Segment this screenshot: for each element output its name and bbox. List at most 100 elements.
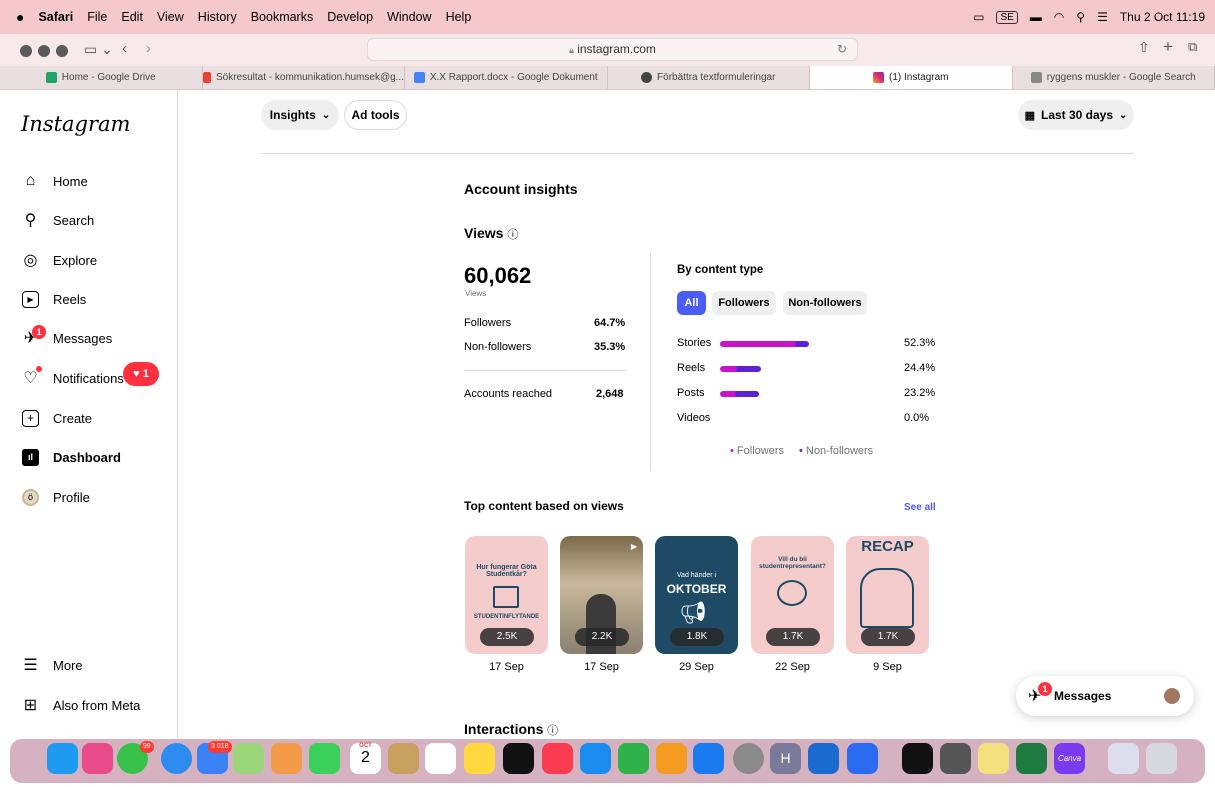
menu-file[interactable]: File xyxy=(87,10,107,24)
nav-create[interactable]: + Create xyxy=(22,408,92,428)
notifications-count: 1 xyxy=(142,368,149,380)
reload-icon[interactable]: ↻ xyxy=(837,39,847,60)
menu-develop[interactable]: Develop xyxy=(327,10,373,24)
address-bar[interactable]: 🔒︎ instagram.com ↻ xyxy=(367,38,858,61)
nav-profile[interactable]: ö Profile xyxy=(22,487,90,507)
insights-dropdown[interactable]: Insights ⌄ xyxy=(261,100,339,130)
content-type-bar xyxy=(720,341,809,347)
hey-app-icon[interactable]: H xyxy=(770,743,801,774)
zoom-window-icon[interactable] xyxy=(56,45,68,57)
terminal-icon[interactable] xyxy=(902,743,933,774)
new-tab-icon[interactable]: + xyxy=(1163,37,1173,57)
view-count: 2.2K xyxy=(575,628,629,646)
notes-icon[interactable] xyxy=(464,743,495,774)
display-icon[interactable]: ▭ xyxy=(973,10,984,24)
megaphone-icon: 📢︎ xyxy=(679,600,707,625)
nav-reels[interactable]: ▶ Reels xyxy=(22,289,86,309)
apple-tv-icon[interactable] xyxy=(503,743,534,774)
filter-chip-all[interactable]: All xyxy=(677,291,706,315)
ad-tools-button[interactable]: Ad tools xyxy=(344,100,407,130)
top-content-post[interactable]: Hur fungerar Göta Studentkår? STUDENTINF… xyxy=(465,536,548,654)
finder-icon[interactable] xyxy=(47,743,78,774)
info-icon[interactable]: ⓘ xyxy=(547,725,558,737)
legend-followers: • Followers xyxy=(730,445,784,457)
safari-icon[interactable] xyxy=(161,743,192,774)
control-center-icon[interactable]: ☰ xyxy=(1097,10,1108,24)
heart-filled-icon: ♥ xyxy=(133,368,140,380)
filter-chip-followers[interactable]: Followers xyxy=(712,291,776,315)
facetime-icon[interactable] xyxy=(309,743,340,774)
dock-badge: 99 xyxy=(140,741,154,753)
stickies-icon[interactable] xyxy=(978,743,1009,774)
screenshot-folder-icon[interactable] xyxy=(1108,743,1139,774)
apple-icon[interactable]: ● xyxy=(16,9,24,25)
chatgpt-icon xyxy=(641,72,653,83)
maps-icon[interactable] xyxy=(233,743,264,774)
menu-app-name[interactable]: Safari xyxy=(38,10,73,24)
input-language[interactable]: SE xyxy=(996,10,1018,24)
photos-icon[interactable] xyxy=(271,743,302,774)
nav-also-from-meta[interactable]: ⊞ Also from Meta xyxy=(22,695,141,715)
nav-dashboard[interactable]: ıl Dashboard xyxy=(22,447,121,467)
music-icon[interactable] xyxy=(542,743,573,774)
instagram-logo[interactable]: Instagram xyxy=(21,112,130,136)
nav-search[interactable]: ⚲ Search xyxy=(22,210,95,230)
forward-icon[interactable]: › xyxy=(146,40,151,57)
top-content-post[interactable]: Vill du bli studentrepresentant? 1.7K xyxy=(751,536,834,654)
tab-chatgpt[interactable]: Förbättra textformuleringar xyxy=(608,66,810,89)
top-content-post[interactable]: Vad händer i OKTOBER 📢︎ 1.8K xyxy=(655,536,738,654)
nav-explore[interactable]: ◎ Explore xyxy=(22,250,98,270)
close-window-icon[interactable] xyxy=(20,45,32,57)
menu-bookmarks[interactable]: Bookmarks xyxy=(251,10,314,24)
top-content-post[interactable]: RECAP 1.7K xyxy=(846,536,929,654)
calendar-icon[interactable]: OCT 2 xyxy=(350,743,381,774)
divider xyxy=(464,370,626,371)
minimize-window-icon[interactable] xyxy=(38,45,50,57)
nav-home[interactable]: ⌂ Home xyxy=(22,171,88,191)
battery-icon[interactable]: ▬ xyxy=(1030,10,1042,24)
menu-edit[interactable]: Edit xyxy=(121,10,143,24)
top-content-post[interactable]: ▶ 2.2K xyxy=(560,536,643,654)
bitwarden-icon[interactable] xyxy=(847,743,878,774)
checkerboard-app-icon[interactable] xyxy=(940,743,971,774)
back-icon[interactable]: ‹ xyxy=(122,40,127,57)
trash-icon[interactable] xyxy=(1146,743,1177,774)
share-icon[interactable]: ⇧ xyxy=(1138,39,1150,56)
pages-icon[interactable] xyxy=(656,743,687,774)
menu-window[interactable]: Window xyxy=(387,10,431,24)
messages-floating-button[interactable]: ✈ 1 Messages xyxy=(1016,676,1194,716)
see-all-link[interactable]: See all xyxy=(904,502,936,513)
app-store-icon[interactable] xyxy=(693,743,724,774)
launchpad-icon[interactable] xyxy=(82,743,113,774)
keynote-icon[interactable] xyxy=(580,743,611,774)
notifications-popup-badge[interactable]: ♥ 1 xyxy=(123,362,159,386)
tab-overview-icon[interactable]: ⧉ xyxy=(1188,39,1197,55)
tab-gmail[interactable]: Sökresultat - kommunikation.humsek@g... xyxy=(202,66,405,89)
date-range-dropdown[interactable]: ▦ Last 30 days ⌄ xyxy=(1018,100,1134,130)
canva-icon[interactable]: Canva xyxy=(1054,743,1085,774)
contacts-icon[interactable] xyxy=(388,743,419,774)
tab-google-drive[interactable]: Home - Google Drive xyxy=(0,66,203,89)
wifi-icon[interactable]: ◠ xyxy=(1054,10,1064,24)
nav-more[interactable]: ☰ More xyxy=(22,655,82,675)
spotlight-icon[interactable]: ⚲ xyxy=(1076,10,1085,24)
numbers-icon[interactable] xyxy=(618,743,649,774)
menu-history[interactable]: History xyxy=(198,10,237,24)
info-icon[interactable]: ⓘ xyxy=(507,229,518,241)
filter-chip-nonfollowers[interactable]: Non-followers xyxy=(783,291,867,315)
legend-label: Non-followers xyxy=(805,445,874,457)
tab-google-search[interactable]: ryggens muskler - Google Search xyxy=(1013,66,1215,89)
messages-label: Messages xyxy=(1054,689,1112,703)
system-settings-icon[interactable] xyxy=(733,743,764,774)
menu-view[interactable]: View xyxy=(157,10,184,24)
sidebar-toggle-icon[interactable]: ▭ ⌄ xyxy=(84,41,113,58)
excel-icon[interactable] xyxy=(1016,743,1047,774)
outlook-icon[interactable] xyxy=(808,743,839,774)
tab-google-docs[interactable]: X.X Rapport.docx - Google Dokument xyxy=(405,66,608,89)
reminders-icon[interactable] xyxy=(425,743,456,774)
tab-instagram[interactable]: (1) Instagram xyxy=(810,66,1013,89)
nav-label: Also from Meta xyxy=(53,697,141,713)
menu-help[interactable]: Help xyxy=(446,10,472,24)
meta-grid-icon: ⊞ xyxy=(23,697,38,714)
menubar-clock[interactable]: Thu 2 Oct 11:19 xyxy=(1120,10,1205,24)
